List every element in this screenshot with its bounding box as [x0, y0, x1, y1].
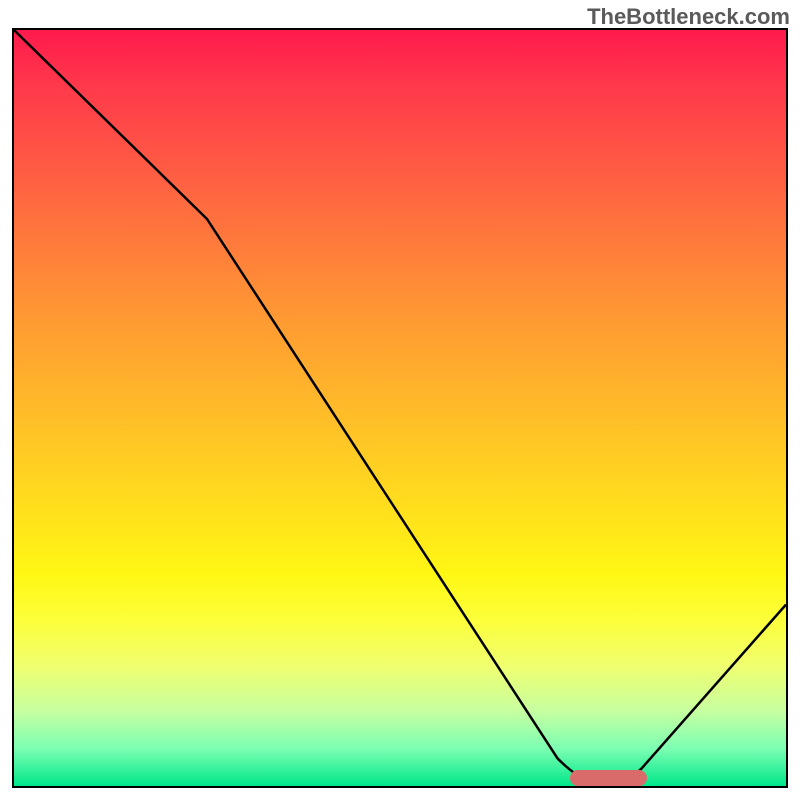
- chart-frame: [12, 28, 788, 788]
- valley-marker: [570, 770, 647, 786]
- bottleneck-curve: [14, 30, 786, 786]
- watermark-label: TheBottleneck.com: [587, 4, 790, 30]
- curve-path: [14, 30, 786, 778]
